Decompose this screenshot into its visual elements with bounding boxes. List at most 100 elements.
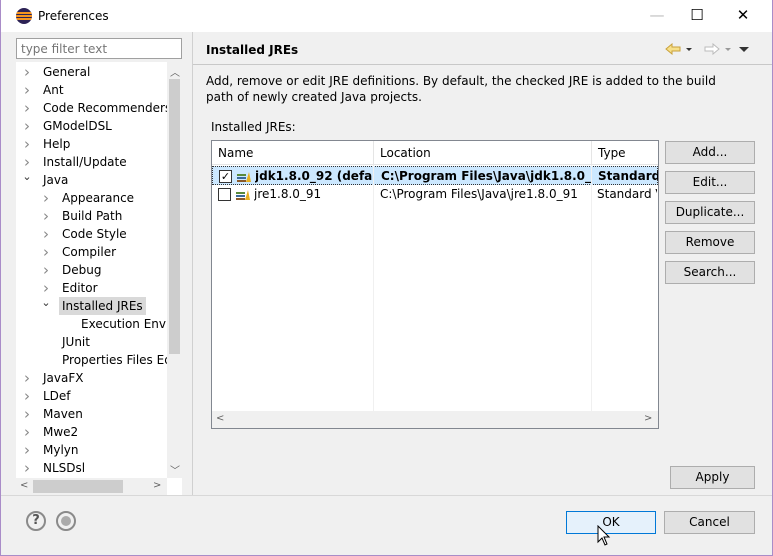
chevron-right-icon[interactable]: ›: [41, 279, 51, 297]
tree-item[interactable]: › Debug: [16, 261, 167, 279]
duplicate-button[interactable]: Duplicate...: [665, 201, 755, 224]
chevron-right-icon[interactable]: ›: [41, 207, 51, 225]
scroll-left-icon[interactable]: <: [216, 413, 224, 424]
title-bar: Preferences — ☐ ✕: [1, 0, 772, 32]
tree-vertical-scrollbar[interactable]: ︿ ﹀: [167, 62, 182, 478]
tree-item[interactable]: › GModelDSL: [16, 117, 167, 135]
jre-table: Name Location Type ✓ jdk1.8.0_92 (defaul…: [211, 140, 659, 429]
chevron-right-icon[interactable]: ›: [41, 189, 51, 207]
jre-library-icon: [236, 190, 250, 200]
scroll-right-icon[interactable]: >: [153, 480, 161, 491]
cancel-button[interactable]: Cancel: [664, 511, 755, 534]
scroll-thumb[interactable]: [33, 480, 123, 493]
tree-item[interactable]: › Editor: [16, 279, 167, 297]
tree-item[interactable]: › Appearance: [16, 189, 167, 207]
tree-item-label: Code Recommenders: [43, 101, 167, 115]
tree-item[interactable]: › Mwe2: [16, 423, 167, 441]
tree-item[interactable]: › Code Recommenders: [16, 99, 167, 117]
tree-item-label: NLSDsl: [43, 461, 86, 475]
ok-button[interactable]: OK: [566, 511, 656, 534]
chevron-right-icon[interactable]: ›: [22, 99, 32, 117]
table-horizontal-scrollbar[interactable]: < >: [212, 411, 658, 428]
tree-item[interactable]: › Build Path: [16, 207, 167, 225]
chevron-down-icon[interactable]: ⌄: [41, 297, 51, 312]
tree-item[interactable]: Properties Files Editc: [16, 351, 167, 369]
column-header-location[interactable]: Location: [374, 141, 592, 165]
chevron-down-icon[interactable]: ⌄: [22, 171, 32, 186]
column-header-name[interactable]: Name: [212, 141, 374, 165]
chevron-right-icon[interactable]: ›: [41, 225, 51, 243]
chevron-right-icon[interactable]: ›: [22, 81, 32, 99]
window-title: Preferences: [38, 9, 109, 23]
tree-item[interactable]: › General: [16, 63, 167, 81]
tree-item-label: Editor: [62, 281, 98, 295]
column-header-type[interactable]: Type: [592, 141, 658, 165]
chevron-right-icon[interactable]: ›: [22, 459, 32, 477]
mouse-cursor-icon: [597, 525, 611, 546]
tree-item-label: JUnit: [62, 335, 90, 349]
help-icon[interactable]: ?: [26, 511, 46, 531]
add-button[interactable]: Add...: [665, 141, 755, 164]
eclipse-logo-icon: [16, 8, 32, 24]
installed-jres-label: Installed JREs:: [211, 120, 296, 134]
chevron-right-icon[interactable]: ›: [22, 405, 32, 423]
chevron-right-icon[interactable]: ›: [22, 117, 32, 135]
chevron-right-icon[interactable]: ›: [22, 153, 32, 171]
record-macro-icon[interactable]: [56, 511, 76, 531]
tree-item[interactable]: › Code Style: [16, 225, 167, 243]
tree-item[interactable]: ⌄ Java: [16, 171, 167, 189]
maximize-button[interactable]: ☐: [674, 0, 720, 32]
search-button[interactable]: Search...: [665, 261, 755, 284]
chevron-right-icon[interactable]: ›: [22, 63, 32, 81]
tree-item[interactable]: › Maven: [16, 405, 167, 423]
jre-checkbox[interactable]: [218, 188, 231, 201]
jre-checkbox[interactable]: ✓: [219, 170, 232, 183]
tree-item-label: Properties Files Editc: [62, 353, 167, 367]
tree-item-label: Installed JREs: [59, 297, 146, 315]
chevron-right-icon[interactable]: ›: [22, 441, 32, 459]
tree-item[interactable]: Execution Enviro: [16, 315, 167, 333]
scroll-right-icon[interactable]: >: [644, 413, 652, 424]
apply-button[interactable]: Apply: [670, 466, 755, 489]
chevron-right-icon[interactable]: ›: [41, 261, 51, 279]
tree-item-label: Compiler: [62, 245, 117, 259]
tree-item-label: Help: [43, 137, 71, 151]
sash-divider[interactable]: [192, 32, 193, 495]
chevron-right-icon[interactable]: ›: [22, 423, 32, 441]
page-description: Add, remove or edit JRE definitions. By …: [206, 74, 716, 104]
tree-horizontal-scrollbar[interactable]: < >: [16, 478, 167, 495]
edit-button[interactable]: Edit...: [665, 171, 755, 194]
tree-item[interactable]: › Mylyn: [16, 441, 167, 459]
chevron-right-icon[interactable]: ›: [22, 135, 32, 153]
tree-item[interactable]: › Help: [16, 135, 167, 153]
tree-item[interactable]: › Install/Update: [16, 153, 167, 171]
tree-item[interactable]: › Compiler: [16, 243, 167, 261]
chevron-right-icon[interactable]: ›: [41, 243, 51, 261]
scroll-left-icon[interactable]: <: [20, 480, 28, 491]
chevron-right-icon[interactable]: ›: [22, 387, 32, 405]
tree-item-label: Ant: [43, 83, 64, 97]
tree-item[interactable]: › LDef: [16, 387, 167, 405]
remove-button[interactable]: Remove: [665, 231, 755, 254]
tree-item[interactable]: › NLSDsl: [16, 459, 167, 477]
tree-item-label: Mylyn: [43, 443, 79, 457]
scroll-thumb[interactable]: [169, 79, 180, 354]
tree-item-label: Java: [43, 173, 69, 187]
preference-tree: › NLSDsl › Mylyn › Mwe2 › Maven › LDef › JavaFX Prop…: [16, 62, 182, 495]
forward-arrow-icon[interactable]: [704, 43, 731, 55]
scroll-up-icon[interactable]: ︿: [170, 64, 180, 79]
back-arrow-icon[interactable]: [665, 43, 692, 55]
tree-item-label: Appearance: [62, 191, 135, 205]
close-button[interactable]: ✕: [720, 0, 766, 32]
tree-item[interactable]: JUnit: [16, 333, 167, 351]
view-menu-icon[interactable]: [739, 47, 749, 52]
jre-name: jdk1.8.0_92 (default): [255, 169, 373, 183]
jre-library-icon: [237, 172, 251, 182]
scroll-down-icon[interactable]: ﹀: [170, 462, 180, 477]
tree-item[interactable]: › JavaFX: [16, 369, 167, 387]
tree-item-label: Debug: [62, 263, 102, 277]
tree-item[interactable]: › Ant: [16, 81, 167, 99]
tree-item[interactable]: ⌄ Installed JREs: [16, 297, 167, 315]
chevron-right-icon[interactable]: ›: [22, 369, 32, 387]
filter-input[interactable]: [16, 38, 182, 59]
